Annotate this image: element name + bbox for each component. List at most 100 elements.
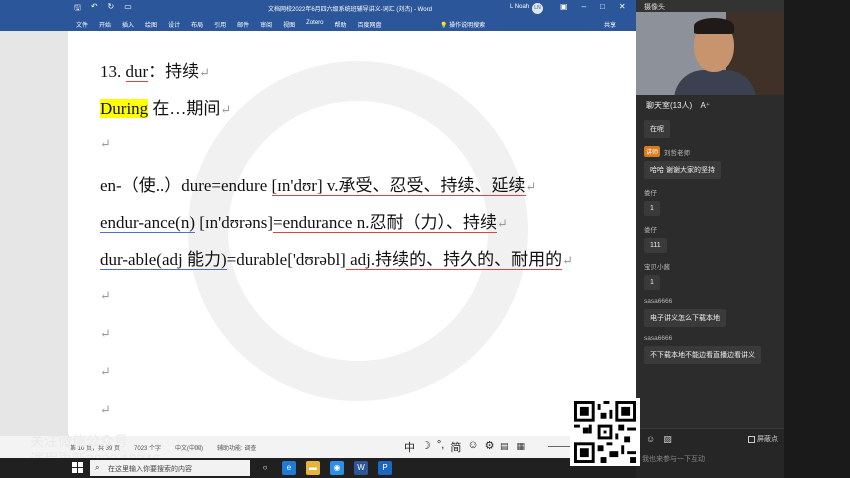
punctuation-icon[interactable]: °, [437,439,444,455]
block-label: 屏蔽点 [757,436,778,443]
tab-help[interactable]: 帮助 [335,20,347,29]
image-icon[interactable]: ▨ [663,434,672,445]
ribbon-display-icon[interactable]: ▣ [560,2,568,11]
endurance-derivation: endur-ance(n) [100,213,195,233]
tab-mailings[interactable]: 邮件 [237,20,249,29]
doc-line-during: During 在…期间↵ [100,94,231,119]
document-title: 文档网校2022年6月四六级系统班辅导讲义-词汇 (刘杰) - Word [268,7,432,13]
tell-me-search[interactable]: 💡 操作说明搜索 [440,20,485,29]
avatar[interactable]: LN [532,3,543,14]
highlighted-word: During [100,99,149,118]
save-icon[interactable]: 🖫 [74,2,81,16]
endure-meaning: v.承受、忍受、持续、延续 [322,176,526,196]
word-window: 🖫 ↶ ↻ ▭ 文档网校2022年6月四六级系统班辅导讲义-词汇 (刘杰) - … [0,0,636,458]
windows-start-icon[interactable] [72,462,84,474]
paragraph-mark: ↵ [100,364,111,379]
qr-code-image [574,401,636,463]
chatroom-count: 聊天室(13人) [646,101,693,110]
endure-phonetic: [ɪn'dʊr] [271,176,323,196]
paragraph-mark: ↵ [100,136,111,151]
word-icon[interactable]: W [354,461,368,475]
doc-line-empty: ↵ [100,323,111,343]
undo-icon[interactable]: ↶ [91,2,98,16]
chat-username: 宝贝小酱 [644,264,670,271]
task-view-icon[interactable]: ○ [258,461,272,475]
file-explorer-icon[interactable]: ▬ [306,461,320,475]
emoji-icon[interactable]: ☺ [646,434,655,445]
endurance-phonetic: [ɪn'dʊrəns] [199,213,274,232]
chat-username: sasa6666 [644,335,673,342]
tab-design[interactable]: 设计 [168,20,180,29]
heading-number: 13. [100,62,122,81]
tab-home[interactable]: 开始 [99,20,111,29]
camera-header: 摄像头 [636,0,784,12]
minimize-icon[interactable]: – [582,2,586,11]
ime-simplified[interactable]: 简 [450,439,461,455]
endure-derivation: en-（使..）dure=endure [100,176,268,195]
chat-bubble: 不下载本地不能边看直播边看讲义 [644,346,761,364]
tab-zotero[interactable]: Zotero [306,20,323,29]
touch-mode-icon[interactable]: ▭ [124,2,132,16]
accessibility[interactable]: 辅助功能: 调查 [217,443,256,452]
tab-layout[interactable]: 布局 [191,20,203,29]
doc-line-empty: ↵ [100,361,111,381]
redo-icon[interactable]: ↻ [108,2,115,16]
lightbulb-icon: 💡 [440,23,450,29]
read-mode-icon[interactable]: ▤ [500,441,509,452]
tab-baidu-netdisk[interactable]: 百度网盘 [358,20,382,29]
tab-review[interactable]: 审阅 [260,20,272,29]
edge-icon[interactable]: e [282,461,296,475]
moon-icon[interactable]: ☽ [421,439,431,455]
tab-view[interactable]: 视图 [283,20,295,29]
heading-meaning: 持续 [165,62,200,81]
language[interactable]: 中文(中国) [175,443,203,452]
font-size-button[interactable]: A⁺ [700,101,710,110]
tab-draw[interactable]: 绘图 [145,20,157,29]
qr-code [570,398,640,466]
print-layout-icon[interactable]: ▦ [517,441,526,452]
chatroom-title: 聊天室(13人) A⁺ [646,100,710,111]
chat-message: 娄仔 111 [644,224,780,253]
paragraph-mark: ↵ [562,253,574,268]
chat-message: sasa6666 电子讲义怎么下载本地 [644,298,780,327]
paragraph-mark: ↵ [100,288,111,303]
ime-chinese[interactable]: 中 [404,439,415,455]
tab-insert[interactable]: 插入 [122,20,134,29]
share-button[interactable]: 共享 [604,20,616,29]
chat-message: sasa6666 不下载本地不能边看直播边看讲义 [644,335,780,364]
search-placeholder: 在这里输入你要搜索的内容 [108,466,192,473]
chat-message: 宝贝小酱 1 [644,261,780,290]
document-page[interactable]: 13. dur：持续↵ During 在…期间↵ ↵ en-（使..）dure=… [68,31,636,436]
taskbar-search-input[interactable]: ⌕ 在这里输入你要搜索的内容 [90,460,250,476]
chat-list: 在呢 讲师 刘哲老师 哈哈 谢谢大家的坚持 娄仔 1 娄仔 111 宝贝小酱 1 … [644,120,780,372]
chrome-icon[interactable]: ◉ [330,461,344,475]
powerpoint-icon[interactable]: P [378,461,392,475]
maximize-icon[interactable]: □ [600,2,605,11]
title-bar: 🖫 ↶ ↻ ▭ 文档网校2022年6月四六级系统班辅导讲义-词汇 (刘杰) - … [0,0,636,17]
tell-me-label: 操作说明搜索 [449,23,486,29]
chat-input[interactable]: 我也来参与一下互动 [642,454,705,464]
doc-line-endure: en-（使..）dure=endure [ɪn'dʊr] v.承受、忍受、持续、… [100,171,536,196]
close-icon[interactable]: ✕ [619,2,626,11]
settings-icon[interactable]: ⚙ [485,439,495,455]
paragraph-mark: ↵ [220,102,232,117]
ribbon-tabs: 文件 开始 插入 绘图 设计 布局 引用 邮件 审阅 视图 Zotero 帮助 … [0,17,636,31]
paragraph-mark: ↵ [100,326,111,341]
doc-line-empty: ↵ [100,133,111,153]
tab-references[interactable]: 引用 [214,20,226,29]
emoji-icon[interactable]: ☺ [467,439,478,455]
search-icon: ⌕ [95,463,100,472]
block-checkbox[interactable] [748,435,755,443]
chat-message: 讲师 刘哲老师 哈哈 谢谢大家的坚持 [644,146,780,179]
user-name[interactable]: L Noah [510,4,529,10]
quick-access-toolbar: 🖫 ↶ ↻ ▭ [74,2,132,16]
chat-bubble: 哈哈 谢谢大家的坚持 [644,161,721,179]
chat-message: 在呢 [644,120,780,138]
block-toggle[interactable]: 屏蔽点 [748,434,778,444]
heading-root: dur [125,62,149,82]
view-buttons: ▤ ▦ [500,441,525,452]
chat-username: 娄仔 [644,190,657,197]
tab-file[interactable]: 文件 [76,20,88,29]
role-badge: 讲师 [644,146,661,157]
chat-footer: ☺ ▨ 屏蔽点 我也来参与一下互动 [636,428,784,478]
